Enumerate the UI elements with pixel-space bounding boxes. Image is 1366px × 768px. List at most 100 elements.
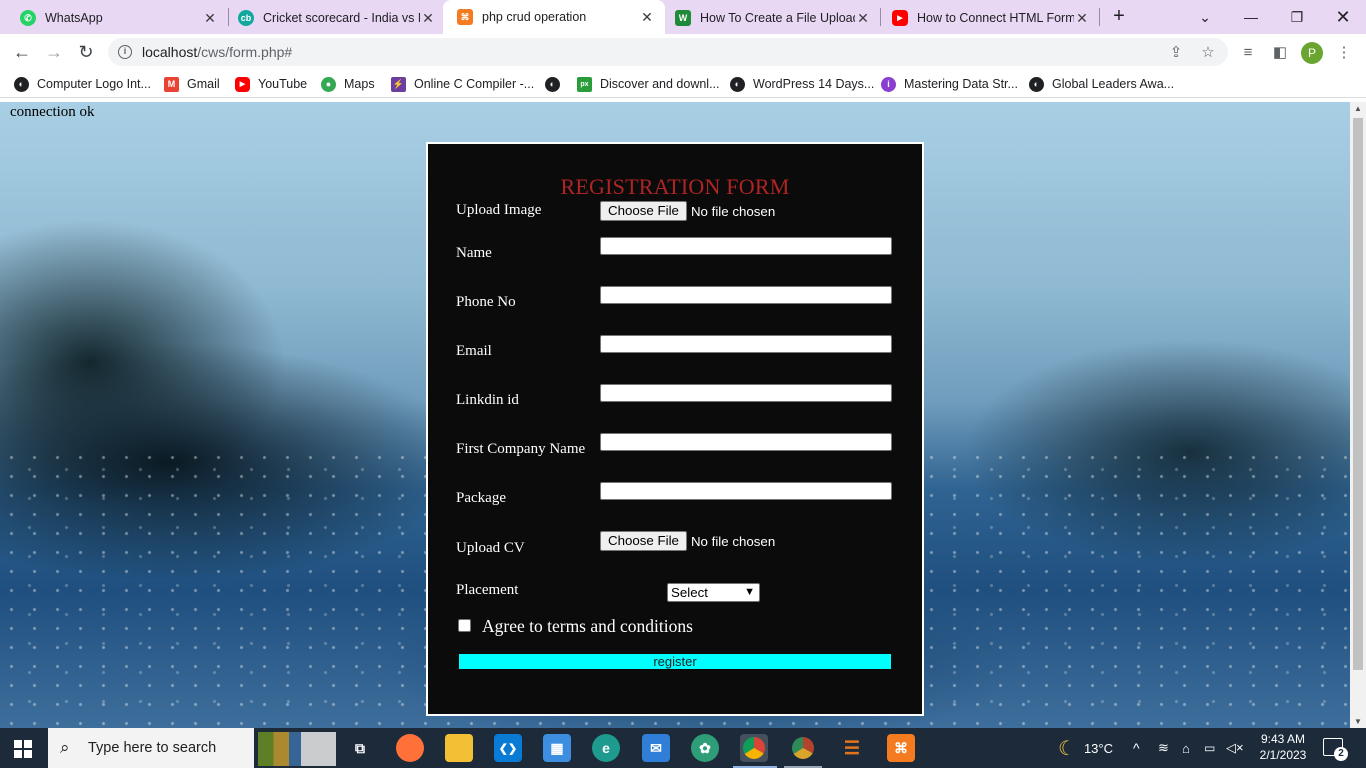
tab-php-crud[interactable]: ⌘ php crud operation ✕ [443, 0, 665, 34]
chrome-icon[interactable] [740, 734, 768, 762]
tab-file-upload[interactable]: W How To Create a File Upload ✕ [661, 2, 881, 34]
close-icon[interactable]: ✕ [420, 10, 436, 27]
bookmark-mastering-data[interactable]: i Mastering Data Str... [881, 75, 1018, 93]
terms-checkbox[interactable] [458, 619, 471, 632]
url-text[interactable]: localhost/cws/form.php# [142, 44, 292, 60]
bookmark-global-leaders[interactable]: ◐ Global Leaders Awa... [1029, 75, 1174, 93]
email-label: Email [456, 343, 492, 359]
profile-avatar[interactable]: P [1301, 42, 1323, 64]
tab-title: php crud operation [482, 10, 587, 24]
bookmark-label: Maps [344, 77, 375, 91]
chatgpt-icon[interactable]: ✿ [691, 734, 719, 762]
network-icon[interactable]: ⌂ [1182, 728, 1190, 768]
upload-image-input[interactable]: Choose File No file chosen [600, 201, 775, 221]
close-icon[interactable]: ✕ [1074, 10, 1090, 27]
battery-icon[interactable]: ▭ [1204, 728, 1215, 768]
bookmark-wordpress[interactable]: ◐ WordPress 14 Days... [730, 75, 874, 93]
new-tab-button[interactable]: + [1108, 5, 1130, 27]
package-field[interactable] [600, 482, 892, 500]
globe-icon: ◐ [14, 76, 29, 92]
company-field[interactable] [600, 433, 892, 451]
px-icon: px [577, 76, 592, 92]
notification-count: 2 [1334, 747, 1348, 761]
tab-search-icon[interactable]: ⌄ [1182, 0, 1228, 34]
file-explorer-icon[interactable] [445, 734, 473, 762]
bookmark-online-c-compiler[interactable]: ⚡ Online C Compiler -... [391, 75, 534, 93]
address-bar[interactable]: i localhost/cws/form.php# ⇪ ☆ [108, 38, 1228, 66]
close-icon[interactable]: ✕ [855, 10, 871, 27]
search-icon: ⌕ [60, 738, 70, 757]
windows-start-icon[interactable] [14, 740, 32, 758]
linkedin-label: Linkdin id [456, 392, 519, 408]
tab-html-form[interactable]: ▶ How to Connect HTML Form ✕ [878, 2, 1100, 34]
tab-cricket[interactable]: cb Cricket scorecard - India vs N ✕ [224, 2, 446, 34]
store-icon[interactable]: ▦ [543, 734, 571, 762]
reload-icon[interactable]: ↻ [74, 40, 98, 64]
tab-title: Cricket scorecard - India vs N [263, 11, 420, 25]
wifi-icon[interactable]: ≋ [1158, 728, 1169, 768]
name-label: Name [456, 245, 492, 261]
bookmark-youtube[interactable]: ▶ YouTube [235, 75, 307, 93]
edge-icon[interactable]: e [592, 734, 620, 762]
firefox-icon[interactable] [396, 734, 424, 762]
bookmark-gmail[interactable]: M Gmail [164, 75, 220, 93]
system-clock[interactable]: 9:43 AM 2/1/2023 [1258, 731, 1308, 763]
choose-file-button[interactable]: Choose File [600, 201, 687, 221]
restore-button[interactable]: ❐ [1274, 0, 1320, 34]
register-button[interactable]: register [459, 654, 891, 669]
tab-whatsapp[interactable]: ✆ WhatsApp ✕ [6, 2, 228, 34]
phone-field[interactable] [600, 286, 892, 304]
back-icon[interactable]: ← [10, 40, 34, 64]
tab-title: WhatsApp [45, 11, 103, 25]
minimize-button[interactable]: — [1228, 0, 1274, 34]
terms-label: Agree to terms and conditions [482, 616, 693, 636]
bookmark-globe[interactable]: ◐ [545, 75, 568, 93]
close-icon[interactable]: ✕ [202, 10, 218, 27]
bookmark-computer-logo[interactable]: ◐ Computer Logo Int... [14, 75, 151, 93]
xampp-icon[interactable]: ⌘ [887, 734, 915, 762]
email-field[interactable] [600, 335, 892, 353]
close-window-button[interactable]: ✕ [1320, 0, 1366, 34]
vscode-icon[interactable]: ❮❯ [494, 734, 522, 762]
bookmark-label: Mastering Data Str... [904, 77, 1018, 91]
bookmark-star-icon[interactable]: ☆ [1198, 42, 1218, 62]
scroll-up-icon[interactable]: ▲ [1354, 104, 1362, 113]
task-view-icon[interactable]: ⧉ [346, 734, 374, 762]
tab-strip: ✆ WhatsApp ✕ cb Cricket scorecard - Indi… [0, 0, 1366, 34]
volume-icon[interactable]: ◁× [1226, 728, 1244, 768]
eclipse-icon[interactable]: ☰ [838, 734, 866, 762]
placement-select[interactable]: Select ▼ [667, 583, 760, 602]
name-field[interactable] [600, 237, 892, 255]
chrome-profile-icon[interactable] [789, 734, 817, 762]
upload-cv-input[interactable]: Choose File No file chosen [600, 531, 775, 551]
media-control-icon[interactable]: ≡ [1238, 42, 1258, 62]
xampp-icon: ⌘ [457, 9, 473, 25]
company-label: First Company Name [456, 441, 586, 457]
bookmark-maps[interactable]: ● Maps [321, 75, 375, 93]
forward-icon[interactable]: → [42, 40, 66, 64]
share-icon[interactable]: ⇪ [1166, 42, 1186, 62]
site-info-icon[interactable]: i [118, 45, 132, 59]
maps-icon: ● [321, 76, 336, 92]
cricbuzz-icon: cb [238, 10, 254, 26]
side-panel-icon[interactable]: ◧ [1270, 42, 1290, 62]
file-status-text: No file chosen [690, 533, 776, 549]
windows-taskbar: ⌕ Type here to search ⧉ ❮❯ ▦ e ✉ ✿ ☰ ⌘ ☾… [0, 728, 1366, 768]
menu-kebab-icon[interactable]: ⋮ [1334, 42, 1354, 62]
bookmark-discover[interactable]: px Discover and downl... [577, 75, 720, 93]
search-highlight-image[interactable] [258, 732, 336, 766]
w3-icon: W [675, 10, 691, 26]
choose-file-button[interactable]: Choose File [600, 531, 687, 551]
tray-chevron-icon[interactable]: ^ [1133, 728, 1140, 768]
taskbar-search[interactable]: ⌕ Type here to search [48, 728, 254, 768]
moon-icon: ☾ [1058, 737, 1076, 760]
mail-icon[interactable]: ✉ [642, 734, 670, 762]
scroll-down-icon[interactable]: ▼ [1354, 717, 1362, 726]
bookmark-label: Online C Compiler -... [414, 77, 535, 91]
close-icon[interactable]: ✕ [639, 9, 655, 26]
scrollbar-thumb[interactable] [1353, 118, 1363, 670]
notification-icon[interactable]: 2 [1323, 738, 1348, 761]
linkedin-field[interactable] [600, 384, 892, 402]
page-scrollbar[interactable]: ▲ ▼ [1350, 102, 1366, 728]
weather-widget[interactable]: ☾ 13°C [1058, 728, 1113, 768]
